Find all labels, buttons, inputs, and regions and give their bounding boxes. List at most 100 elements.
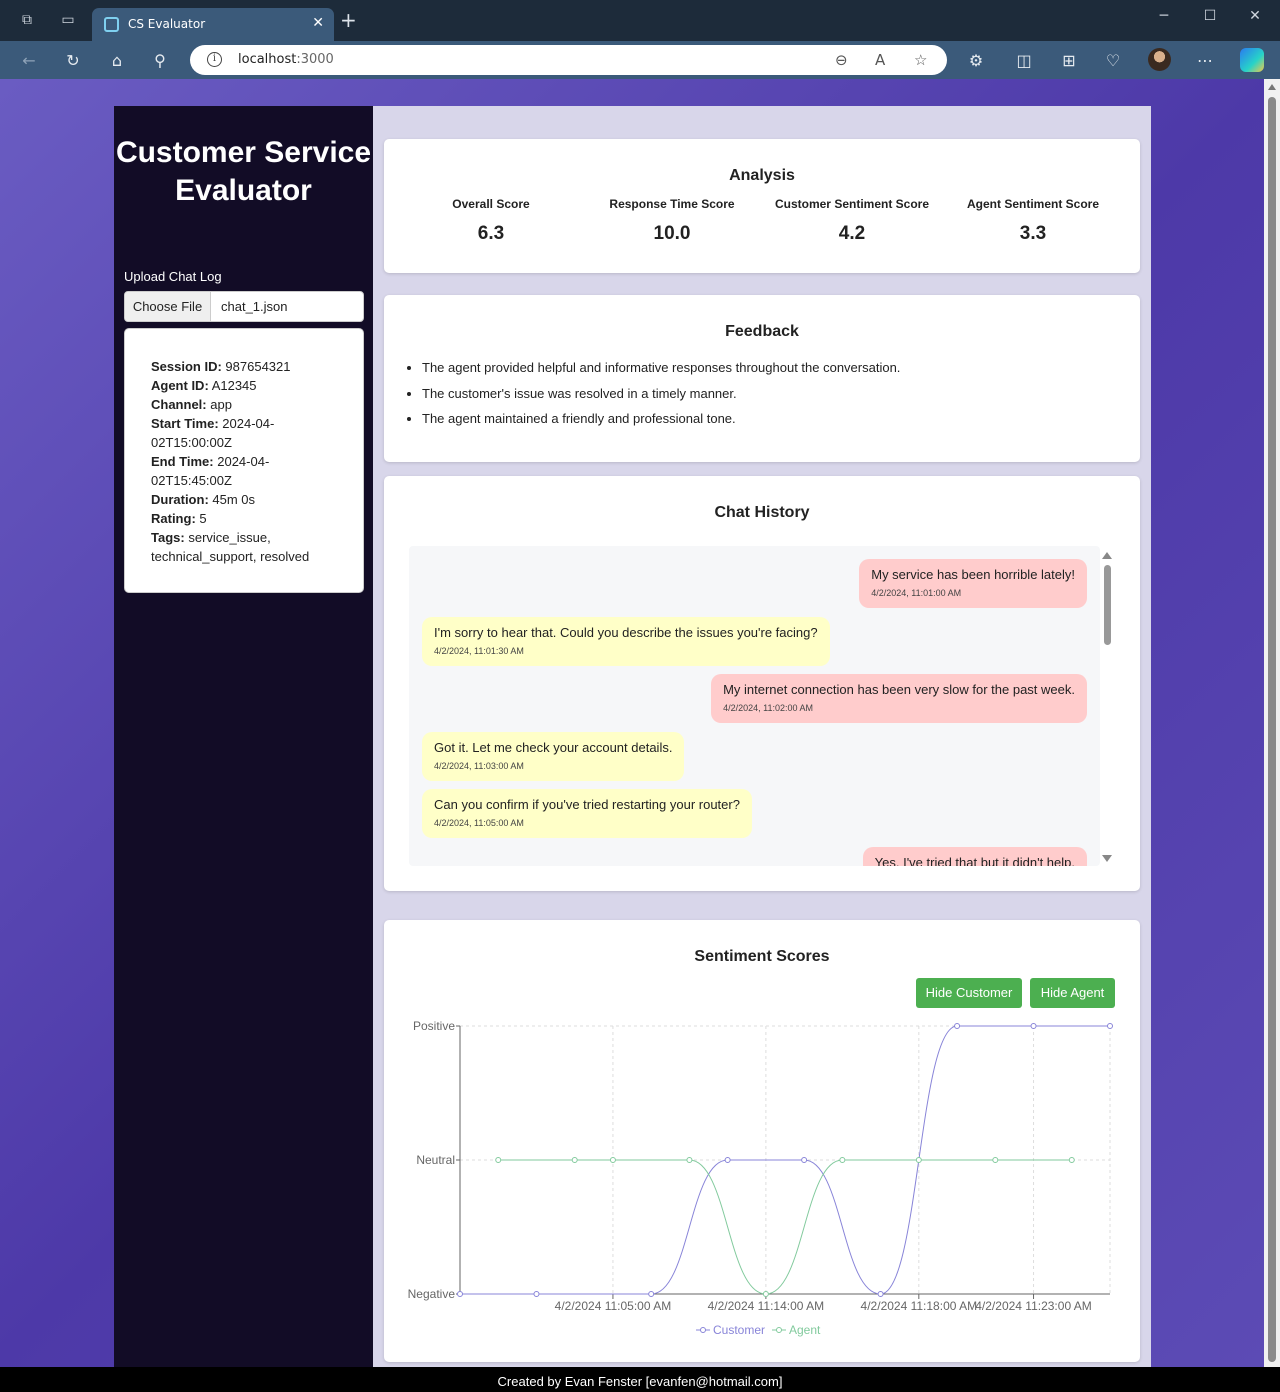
message-text: Yes, I've tried that but it didn't help. [874,855,1075,866]
url-text[interactable]: localhost:3000 [238,52,334,67]
browser-tab[interactable]: CS Evaluator ✕ [92,8,334,41]
message-text: My service has been horrible lately! [871,567,1075,582]
data-point-agent [915,1157,922,1163]
message-time: 4/2/2024, 11:05:00 AM [434,818,524,828]
data-point-agent [495,1157,502,1163]
chat-message-customer: My internet connection has been very slo… [711,674,1087,723]
app-container: Customer Service Evaluator Upload Chat L… [114,106,1151,1367]
data-point-agent [571,1157,578,1163]
data-point-customer [1030,1023,1037,1029]
duration-row: Duration: 45m 0s [151,492,256,507]
read-aloud-icon[interactable]: A [875,51,885,69]
chat-scroll-area[interactable]: My service has been horrible lately! 4/2… [409,546,1100,866]
chat-message-agent: Got it. Let me check your account detail… [422,732,685,781]
copilot-icon[interactable] [1240,48,1264,72]
search-icon[interactable]: ⚲ [149,49,171,71]
legend-label-customer: Customer [713,1323,765,1337]
maximize-icon[interactable]: ☐ [1195,8,1225,24]
chat-scrollbar[interactable] [1102,552,1112,862]
chat-message-customer: Yes, I've tried that but it didn't help. [862,847,1087,866]
score-value: 6.3 [477,223,505,244]
message-time: 4/2/2024, 11:03:00 AM [434,761,524,771]
chat-history-card: Chat History My service has been horribl… [384,476,1140,891]
more-menu-icon[interactable]: ⋯ [1194,49,1216,71]
new-tab-button[interactable]: + [340,10,357,30]
sidebar: Customer Service Evaluator Upload Chat L… [114,106,373,1367]
file-upload-input[interactable]: Choose File chat_1.json [124,291,364,322]
sentiment-card: Sentiment Scores Hide Customer Hide Agen… [384,920,1140,1362]
x-tick-label: 4/2/2024 11:14:00 AM [708,1299,825,1313]
choose-file-button[interactable]: Choose File [125,292,211,321]
sentiment-chart: Negative Neutral Positive 4/2/2024 11:05:00… [408,1019,1113,1337]
data-point-agent [609,1157,616,1163]
tab-actions-icon[interactable]: ▭ [58,10,78,30]
split-screen-icon[interactable]: ◫ [1013,49,1035,71]
feedback-title: Feedback [725,323,799,340]
data-point-customer [648,1291,655,1297]
close-tab-icon[interactable]: ✕ [312,15,324,31]
data-point-agent [762,1291,769,1297]
sentiment-title: Sentiment Scores [694,948,830,965]
score-value: 3.3 [1019,223,1047,244]
start-time-row: Start Time: 2024-04-02T15:00:00Z [151,416,275,450]
analysis-title: Analysis [729,167,795,184]
feedback-list: The agent provided helpful and informati… [422,355,900,432]
scroll-thumb[interactable] [1104,565,1111,645]
scroll-down-arrow-icon[interactable] [1102,855,1112,862]
overall-score: Overall Score 6.3 [400,197,582,245]
customer-sentiment-score: Customer Sentiment Score 4.2 [761,197,943,245]
browser-essentials-icon[interactable]: ♡ [1102,49,1124,71]
scroll-up-arrow-icon[interactable] [1268,84,1276,90]
page-scrollbar[interactable] [1264,79,1280,1367]
data-point-agent [1068,1157,1075,1163]
chat-history-title: Chat History [714,504,810,521]
data-point-agent [686,1157,693,1163]
tags-row: Tags: service_issue, technical_support, … [151,530,310,564]
minimize-icon[interactable]: ─ [1149,8,1179,24]
refresh-icon[interactable]: ↻ [62,49,84,71]
x-tick-label: 4/2/2024 11:18:00 AM [861,1299,978,1313]
address-bar[interactable]: i localhost:3000 ⊖ A ☆ [190,45,947,75]
profile-avatar[interactable] [1148,48,1171,71]
message-text: Got it. Let me check your account detail… [434,740,673,755]
home-icon[interactable]: ⌂ [106,49,128,71]
data-point-agent [992,1157,999,1163]
workspaces-icon[interactable]: ⧉ [17,10,37,30]
message-time: 4/2/2024, 11:01:30 AM [434,646,524,656]
close-window-icon[interactable]: ✕ [1240,8,1270,24]
extensions-icon[interactable]: ⚙ [965,49,987,71]
feedback-card: Feedback The agent provided helpful and … [384,295,1140,462]
app-favicon-icon [104,17,119,32]
legend-label-agent: Agent [789,1323,821,1337]
legend-marker-customer [700,1327,706,1333]
favorite-star-icon[interactable]: ☆ [914,51,927,69]
response-time-score: Response Time Score 10.0 [581,197,763,245]
score-label: Overall Score [452,197,530,211]
tab-title: CS Evaluator [128,17,206,31]
message-text: My internet connection has been very slo… [723,682,1075,697]
rating-row: Rating: 5 [151,511,207,526]
message-text: I'm sorry to hear that. Could you descri… [434,625,818,640]
site-info-icon[interactable]: i [207,52,222,67]
hide-agent-button[interactable]: Hide Agent [1030,978,1115,1008]
scroll-up-arrow-icon[interactable] [1102,552,1112,559]
x-tick-label: 4/2/2024 11:23:00 AM [975,1299,1092,1313]
channel-row: Channel: app [151,397,232,412]
y-tick-label: Neutral [416,1153,455,1167]
feedback-item: The customer's issue was resolved in a t… [422,381,900,407]
y-tick-label: Positive [413,1019,455,1033]
page-scroll-thumb[interactable] [1268,97,1276,1362]
collections-icon[interactable]: ⊞ [1058,49,1080,71]
score-value: 10.0 [653,223,691,244]
selected-file-name: chat_1.json [221,299,288,314]
series-line-agent [498,1159,1072,1295]
score-label: Customer Sentiment Score [774,197,930,211]
data-point-customer [457,1291,463,1297]
agent-sentiment-score: Agent Sentiment Score 3.3 [942,197,1124,245]
browser-toolbar: ← ↻ ⌂ ⚲ i localhost:3000 ⊖ A ☆ ⚙ ◫ ⊞ ♡ ⋯ [0,41,1280,79]
data-point-customer [954,1023,961,1029]
legend-marker-agent [776,1327,782,1333]
hide-customer-button[interactable]: Hide Customer [916,978,1022,1008]
back-icon[interactable]: ← [18,49,40,71]
zoom-out-icon[interactable]: ⊖ [835,51,848,69]
